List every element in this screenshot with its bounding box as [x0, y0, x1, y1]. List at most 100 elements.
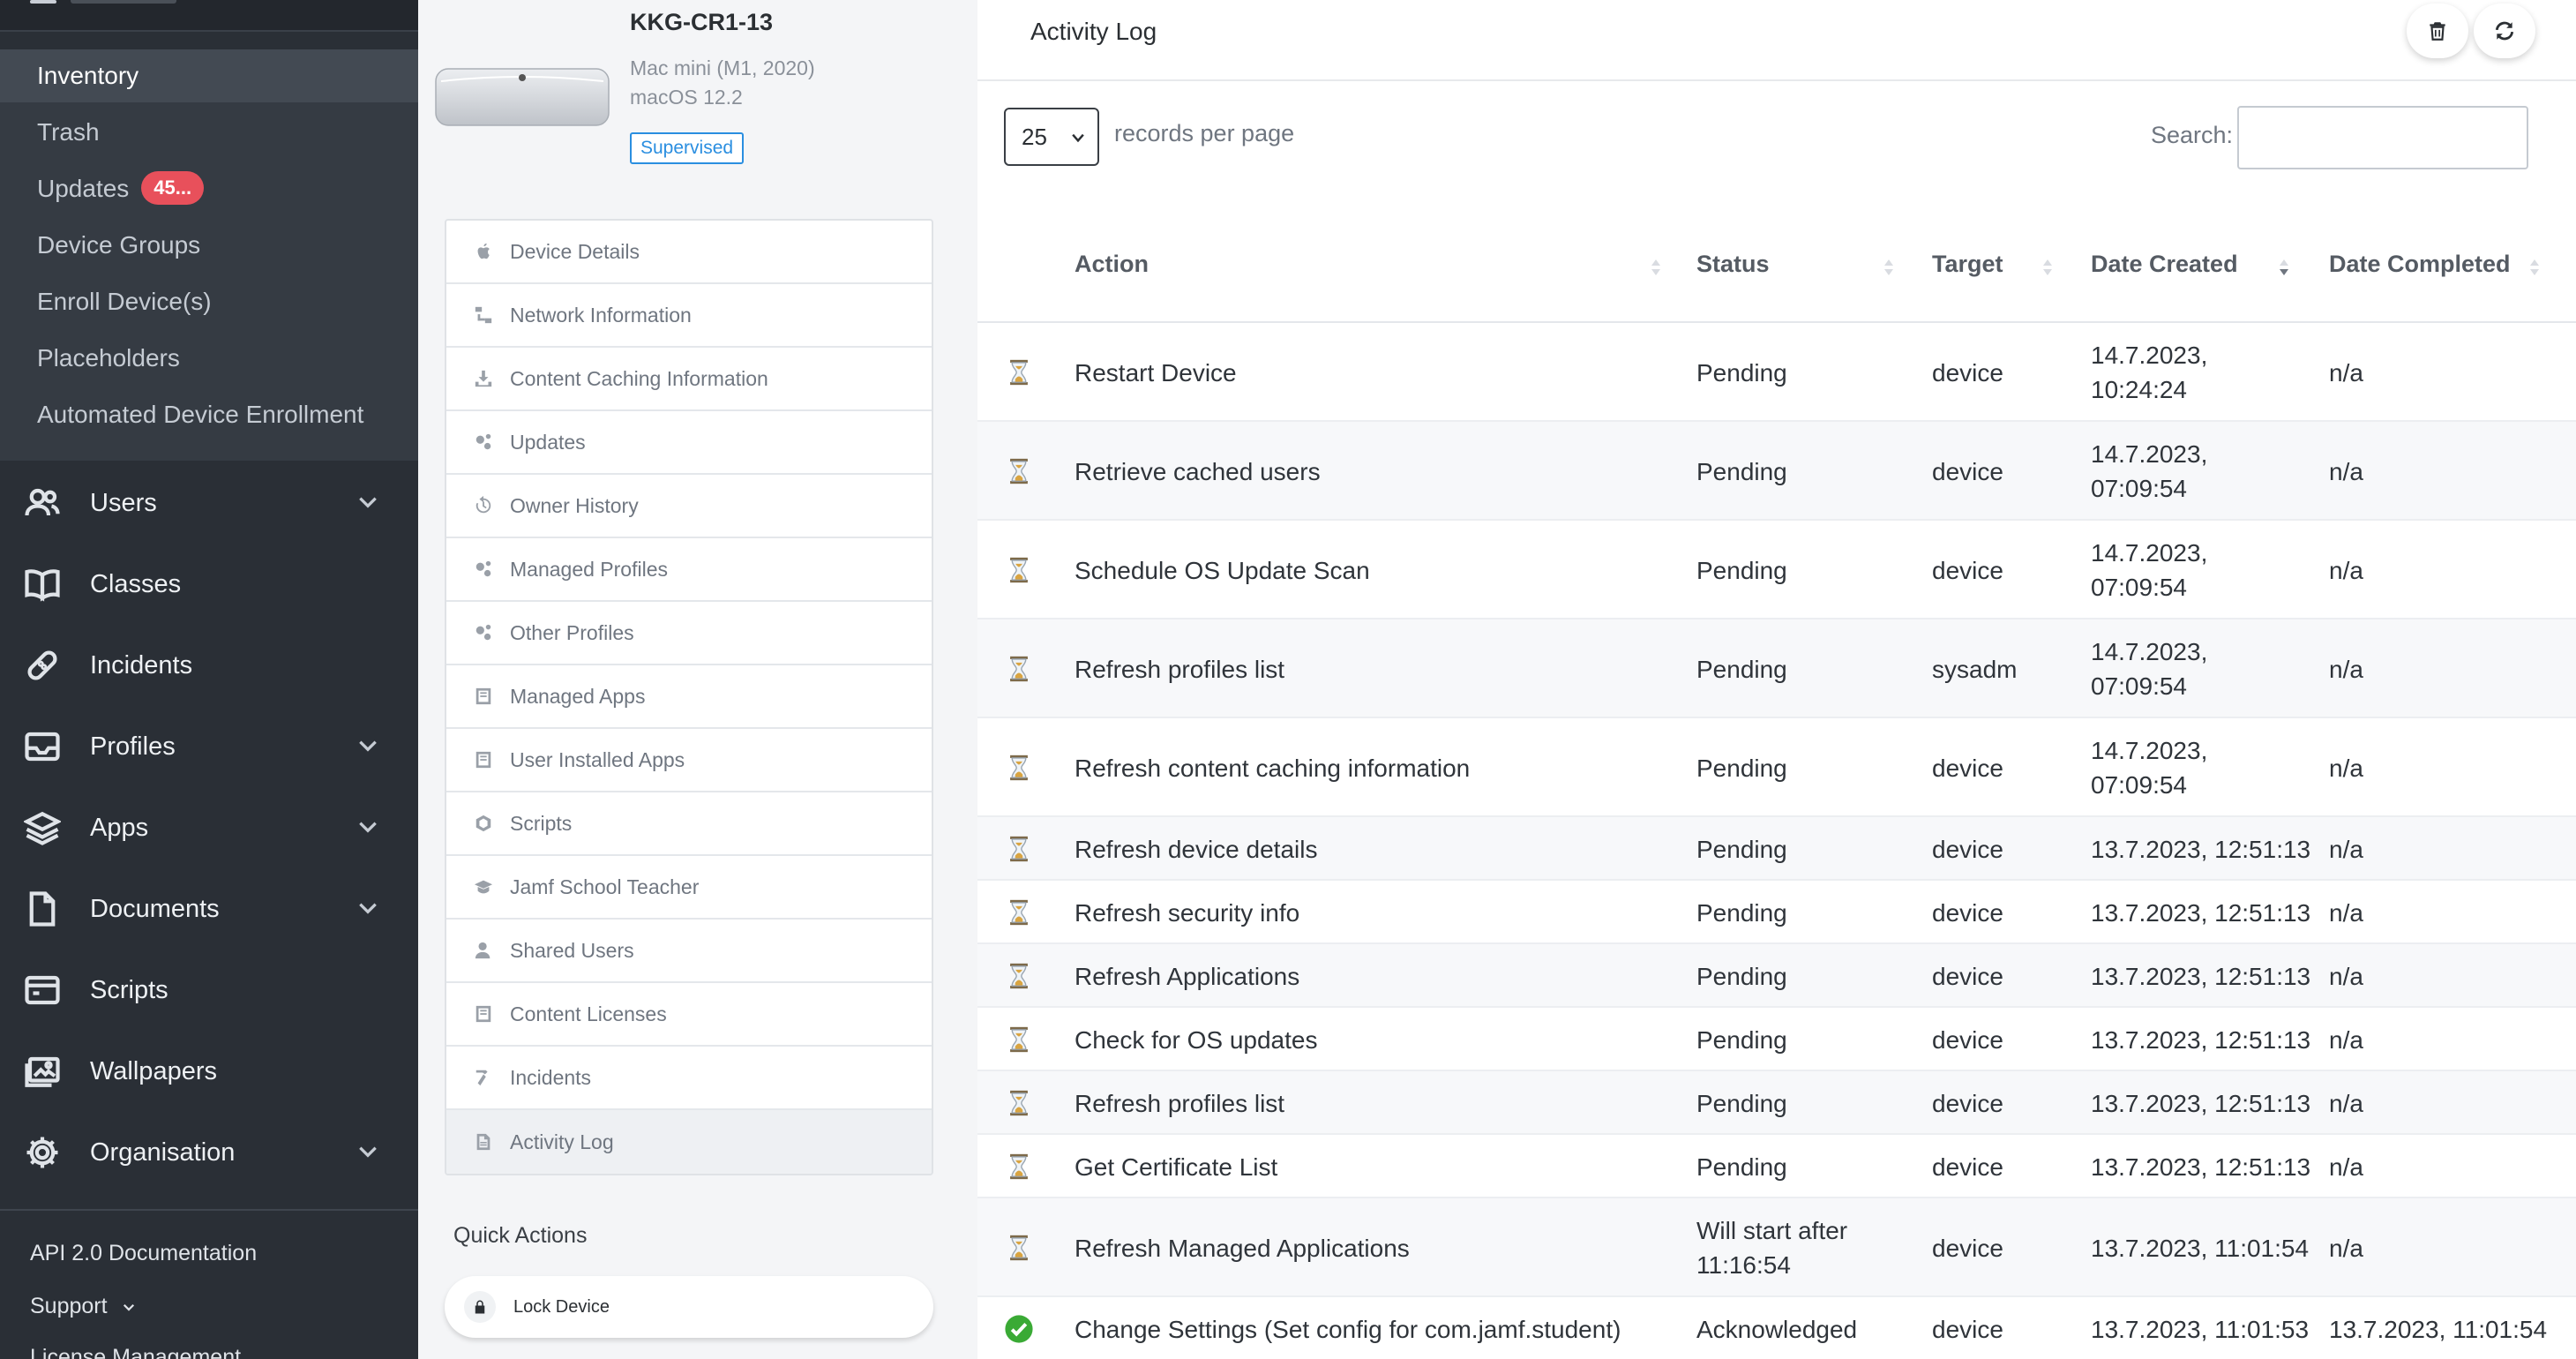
refresh-button[interactable] [2474, 4, 2535, 58]
menu-item-activity-log[interactable]: Activity Log [446, 1110, 932, 1174]
table-row[interactable]: Refresh device details Pending device 13.7.… [977, 817, 2576, 881]
column-status[interactable]: Status [1696, 251, 1770, 278]
sidebar-item-placeholders[interactable]: Placeholders [0, 332, 418, 385]
menu-item-user-installed-apps[interactable]: User Installed Apps [446, 729, 932, 792]
sort-icon[interactable] [2528, 254, 2541, 281]
chevron-down-icon[interactable] [356, 815, 379, 838]
sidebar-item-wallpapers[interactable]: Wallpapers [0, 1031, 418, 1112]
action-cell: Schedule OS Update Scan [1075, 556, 1370, 584]
hamburger-icon[interactable] [30, 0, 56, 4]
sort-icon[interactable] [1650, 254, 1662, 281]
table-row[interactable]: Refresh Managed Applications Will start a… [977, 1198, 2576, 1297]
menu-item-content-licenses[interactable]: Content Licenses [446, 983, 932, 1047]
chevron-down-icon[interactable] [356, 734, 379, 757]
target-cell: device [1932, 898, 2003, 927]
menu-item-content-caching[interactable]: Content Caching Information [446, 348, 932, 411]
sidebar-item-label: Scripts [90, 975, 168, 1004]
sidebar-item-classes[interactable]: Classes [0, 544, 418, 625]
table-row[interactable]: Refresh Applications Pending device 13.7.20… [977, 944, 2576, 1008]
table-row[interactable]: Refresh profiles list Pending sysadm 14.7.2… [977, 619, 2576, 718]
table-row[interactable]: Retrieve cached users Pending device 14.7.2… [977, 422, 2576, 521]
device-name: KKG-CR1-13 [630, 9, 774, 35]
sidebar-item-trash[interactable]: Trash [0, 106, 418, 159]
sidebar-item-apps[interactable]: Apps [0, 787, 418, 868]
search-input[interactable] [2237, 106, 2528, 169]
sidebar-item-label: Users [90, 488, 157, 517]
hammer-icon [473, 1067, 494, 1088]
target-cell: device [1932, 556, 2003, 584]
hourglass-icon [1010, 359, 1028, 386]
sidebar-header [0, 0, 418, 32]
menu-item-shared-users[interactable]: Shared Users [446, 920, 932, 983]
lock-device-button[interactable]: Lock Device [445, 1276, 933, 1338]
column-date-created[interactable]: Date Created [2091, 251, 2238, 278]
status-cell: Pending [1696, 835, 1787, 863]
sidebar-item-incidents[interactable]: Incidents [0, 625, 418, 706]
column-target[interactable]: Target [1932, 251, 2003, 278]
table-row[interactable]: Refresh security info Pending device 13.7.2… [977, 881, 2576, 944]
menu-item-managed-apps[interactable]: Managed Apps [446, 665, 932, 729]
delete-button[interactable] [2407, 4, 2468, 58]
table-row[interactable]: Refresh profiles list Pending device 13.7.2… [977, 1071, 2576, 1135]
date-completed-cell: 13.7.2023, 11:01:54 [2329, 1315, 2548, 1343]
app-icon [473, 749, 494, 770]
sidebar-item-label: Profiles [90, 732, 176, 761]
chevron-down-icon[interactable] [356, 1140, 379, 1163]
menu-item-scripts[interactable]: Scripts [446, 792, 932, 856]
brand-logo [71, 0, 176, 4]
column-action[interactable]: Action [1075, 251, 1149, 278]
target-cell: device [1932, 1234, 2003, 1262]
table-row[interactable]: Check for OS updates Pending device 13.7.20… [977, 1008, 2576, 1071]
hourglass-icon [1010, 1090, 1028, 1116]
records-per-page-select[interactable]: 25 [1004, 108, 1099, 166]
chevron-down-icon[interactable] [356, 491, 379, 514]
license-management-link[interactable]: License Management [30, 1345, 241, 1359]
script-icon [473, 813, 494, 834]
table-header: Action Status Target Date Created Date C… [977, 221, 2576, 323]
sort-icon[interactable] [2041, 254, 2054, 281]
menu-item-other-profiles[interactable]: Other Profiles [446, 602, 932, 665]
support-menu[interactable]: Support [30, 1294, 137, 1319]
menu-item-updates[interactable]: Updates [446, 411, 932, 475]
sidebar-item-updates[interactable]: Updates 45... [0, 162, 418, 215]
menu-item-jamf-school-teacher[interactable]: Jamf School Teacher [446, 856, 932, 920]
device-model: Mac mini (M1, 2020) [630, 56, 815, 79]
table-row[interactable]: Schedule OS Update Scan Pending device 14.7… [977, 521, 2576, 619]
sort-desc-icon[interactable] [2278, 254, 2290, 281]
menu-item-incidents[interactable]: Incidents [446, 1047, 932, 1110]
menu-item-label: Jamf School Teacher [510, 875, 700, 898]
sort-icon[interactable] [1883, 254, 1895, 281]
column-date-completed[interactable]: Date Completed [2329, 251, 2511, 278]
table-row[interactable]: Get Certificate List Pending device 13.7.20… [977, 1135, 2576, 1198]
sidebar-item-automated-device-enrollment[interactable]: Automated Device Enrollment [0, 388, 418, 441]
menu-item-device-details[interactable]: Device Details [446, 221, 932, 284]
layers-icon [23, 808, 62, 847]
chevron-down-icon[interactable] [356, 897, 379, 920]
target-cell: device [1932, 835, 2003, 863]
sidebar-item-enroll-devices[interactable]: Enroll Device(s) [0, 275, 418, 328]
menu-item-label: Activity Log [510, 1130, 614, 1153]
sidebar-divider [0, 1209, 418, 1211]
hourglass-icon [1010, 656, 1028, 682]
menu-item-label: Owner History [510, 493, 639, 517]
table-row[interactable]: Refresh content caching information Pendi… [977, 718, 2576, 817]
menu-item-managed-profiles[interactable]: Managed Profiles [446, 538, 932, 602]
sidebar-item-scripts[interactable]: Scripts [0, 950, 418, 1031]
api-docs-link[interactable]: API 2.0 Documentation [30, 1241, 257, 1266]
user-icon [473, 940, 494, 961]
sidebar-item-organisation[interactable]: Organisation [0, 1112, 418, 1193]
terminal-icon [23, 971, 62, 1010]
sidebar-item-users[interactable]: Users [0, 462, 418, 544]
menu-item-label: Scripts [510, 811, 573, 835]
sidebar-item-profiles[interactable]: Profiles [0, 706, 418, 787]
table-row[interactable]: Change Settings (Set config for com.jamf… [977, 1297, 2576, 1359]
table-row[interactable]: Restart Device Pending device 14.7.2023, 10:… [977, 323, 2576, 422]
menu-item-owner-history[interactable]: Owner History [446, 475, 932, 538]
sidebar-item-documents[interactable]: Documents [0, 868, 418, 950]
date-completed-cell: n/a [2329, 1089, 2363, 1117]
sidebar-item-inventory[interactable]: Inventory [0, 49, 418, 102]
status-cell: Pending [1696, 655, 1787, 683]
sidebar-item-device-groups[interactable]: Device Groups [0, 219, 418, 272]
menu-item-network-information[interactable]: Network Information [446, 284, 932, 348]
bandage-icon [23, 646, 62, 685]
